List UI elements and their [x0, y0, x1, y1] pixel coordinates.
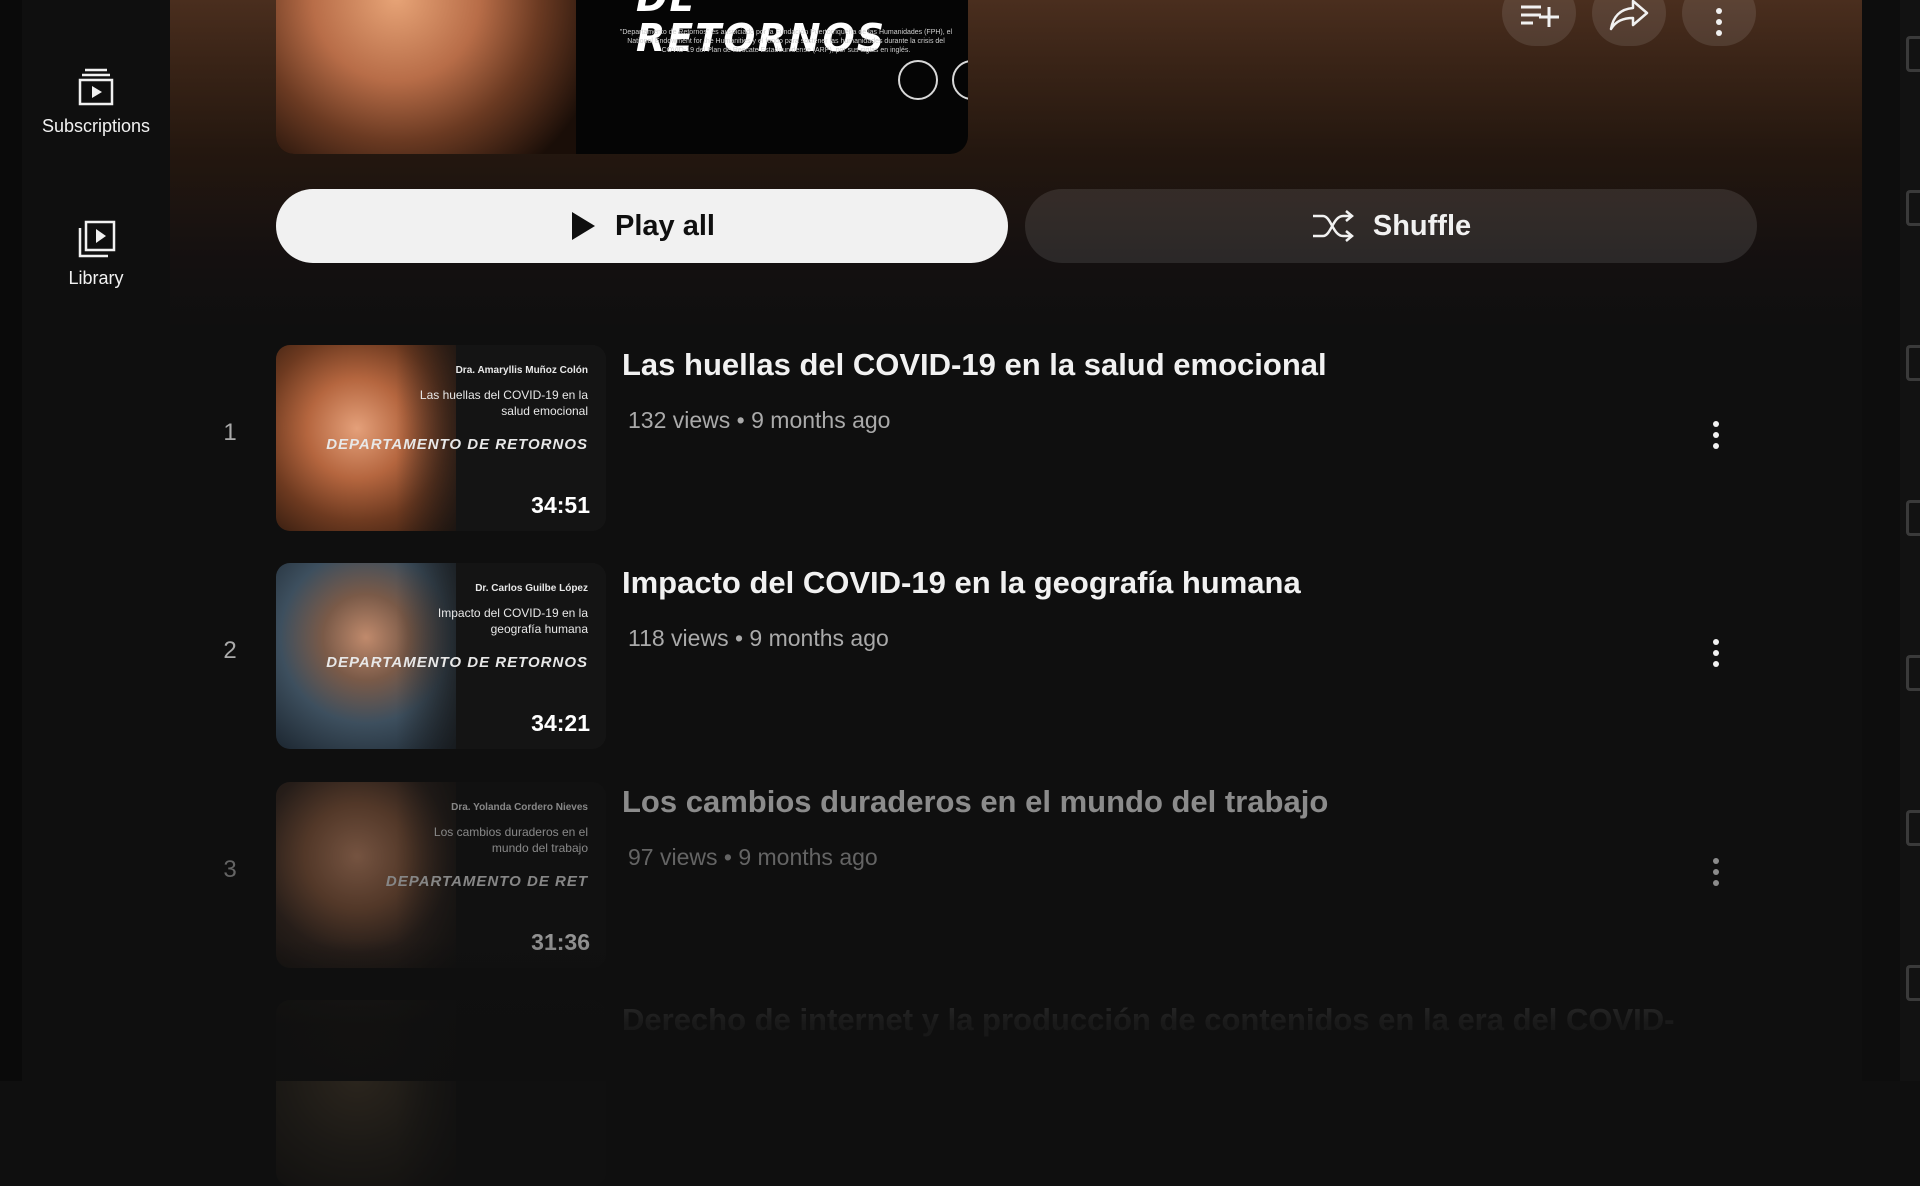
play-all-label: Play all: [615, 209, 715, 242]
video-thumbnail[interactable]: Dra. Amaryllis Muñoz Colón Las huellas d…: [276, 345, 606, 531]
guide-label-subscriptions: Subscriptions: [41, 116, 151, 136]
video-index: 3: [223, 856, 237, 883]
playlist-video-row[interactable]: 2 Dr. Carlos Guilbe López Impacto del CO…: [170, 563, 1862, 749]
thumbnail-title: Impacto del COVID-19 en la geografía hum…: [437, 606, 588, 636]
video-title[interactable]: Los cambios duraderos en el mundo del tr…: [622, 782, 1702, 822]
video-duration: 31:36: [531, 929, 590, 955]
hero-brand-logo: DE RETORNOS: [636, 0, 887, 60]
edge-icon: [1906, 500, 1920, 536]
guide-item-library[interactable]: Library: [22, 218, 170, 289]
right-panel-edge: [1862, 0, 1920, 1081]
hero-photo: [276, 0, 576, 154]
video-meta: 118 views • 9 months ago: [628, 625, 889, 651]
video-menu-button[interactable]: [1696, 850, 1736, 898]
playlist-page: DE RETORNOS "Departamento de Retornos" e…: [170, 0, 1862, 1186]
thumbnail-speaker: Dra. Amaryllis Muñoz Colón: [455, 365, 588, 376]
video-thumbnail[interactable]: Dra. Yolanda Cordero Nieves Los cambios …: [276, 782, 606, 968]
save-playlist-button[interactable]: [1502, 0, 1576, 46]
shuffle-button[interactable]: Shuffle: [1025, 189, 1757, 263]
more-vert-icon: [1696, 631, 1736, 667]
subscriptions-icon: [78, 68, 114, 106]
edge-icon: [1906, 810, 1920, 846]
thumbnail-title: Las huellas del COVID-19 en la salud emo…: [419, 388, 588, 418]
edge-icon: [1906, 965, 1920, 1001]
video-duration: 34:21: [531, 710, 590, 736]
thumbnail-logo: DEPARTAMENTO DE RETORNOS: [326, 654, 588, 671]
video-title[interactable]: Las huellas del COVID-19 en la salud emo…: [622, 345, 1702, 385]
shuffle-label: Shuffle: [1372, 209, 1472, 242]
share-button[interactable]: [1592, 0, 1666, 46]
seal-icon: [898, 60, 938, 100]
playlist-video-row[interactable]: 3 Dra. Yolanda Cordero Nieves Los cambio…: [170, 782, 1862, 968]
video-index: 1: [223, 419, 237, 446]
playlist-hero-thumbnail[interactable]: DE RETORNOS "Departamento de Retornos" e…: [276, 0, 968, 154]
playlist-video-row[interactable]: Derecho de internet y la producción de c…: [170, 1000, 1862, 1186]
edge-icon: [1906, 655, 1920, 691]
video-thumbnail[interactable]: [276, 1000, 606, 1186]
scrollbar-track[interactable]: [1900, 0, 1920, 1081]
thumbnail-speaker: Dra. Yolanda Cordero Nieves: [451, 802, 588, 813]
video-title[interactable]: Impacto del COVID-19 en la geografía hum…: [622, 563, 1702, 603]
library-icon: [78, 220, 116, 258]
playlist-video-row[interactable]: 1 Dra. Amaryllis Muñoz Colón Las huellas…: [170, 345, 1862, 531]
thumbnail-speaker: Dr. Carlos Guilbe López: [475, 583, 588, 594]
video-menu-button[interactable]: [1696, 631, 1736, 679]
guide-item-subscriptions[interactable]: Subscriptions: [22, 66, 170, 137]
thumbnail-shade: [396, 1000, 606, 1186]
video-meta: 132 views • 9 months ago: [628, 407, 891, 433]
video-duration: 34:51: [531, 492, 590, 518]
more-vert-icon: [1696, 413, 1736, 449]
shuffle-icon: [1312, 210, 1354, 242]
more-actions-button[interactable]: [1682, 0, 1756, 46]
share-icon: [1609, 0, 1649, 31]
edge-icon: [1906, 36, 1920, 72]
seal-icon: [952, 60, 968, 100]
video-index: 2: [223, 637, 237, 664]
video-thumbnail[interactable]: Dr. Carlos Guilbe López Impacto del COVI…: [276, 563, 606, 749]
thumbnail-logo: DEPARTAMENTO DE RET: [385, 873, 588, 890]
more-vert-icon: [1696, 850, 1736, 886]
hero-credits: "Departamento de Retornos" es auspiciado…: [619, 29, 953, 54]
play-all-button[interactable]: Play all: [276, 189, 1008, 263]
mini-guide: Subscriptions Library: [0, 0, 170, 1081]
play-icon: [572, 212, 596, 240]
playlist-add-icon: [1521, 5, 1559, 27]
video-menu-button[interactable]: [1696, 413, 1736, 461]
guide-edge: [0, 0, 22, 1081]
more-vert-icon: [1716, 0, 1722, 36]
thumbnail-title: Los cambios duraderos en el mundo del tr…: [433, 825, 588, 855]
video-meta: 97 views • 9 months ago: [628, 844, 878, 870]
video-title[interactable]: Derecho de internet y la producción de c…: [622, 1000, 1702, 1040]
guide-label-library: Library: [68, 268, 124, 288]
edge-icon: [1906, 345, 1920, 381]
edge-icon: [1906, 190, 1920, 226]
thumbnail-logo: DEPARTAMENTO DE RETORNOS: [326, 436, 588, 453]
